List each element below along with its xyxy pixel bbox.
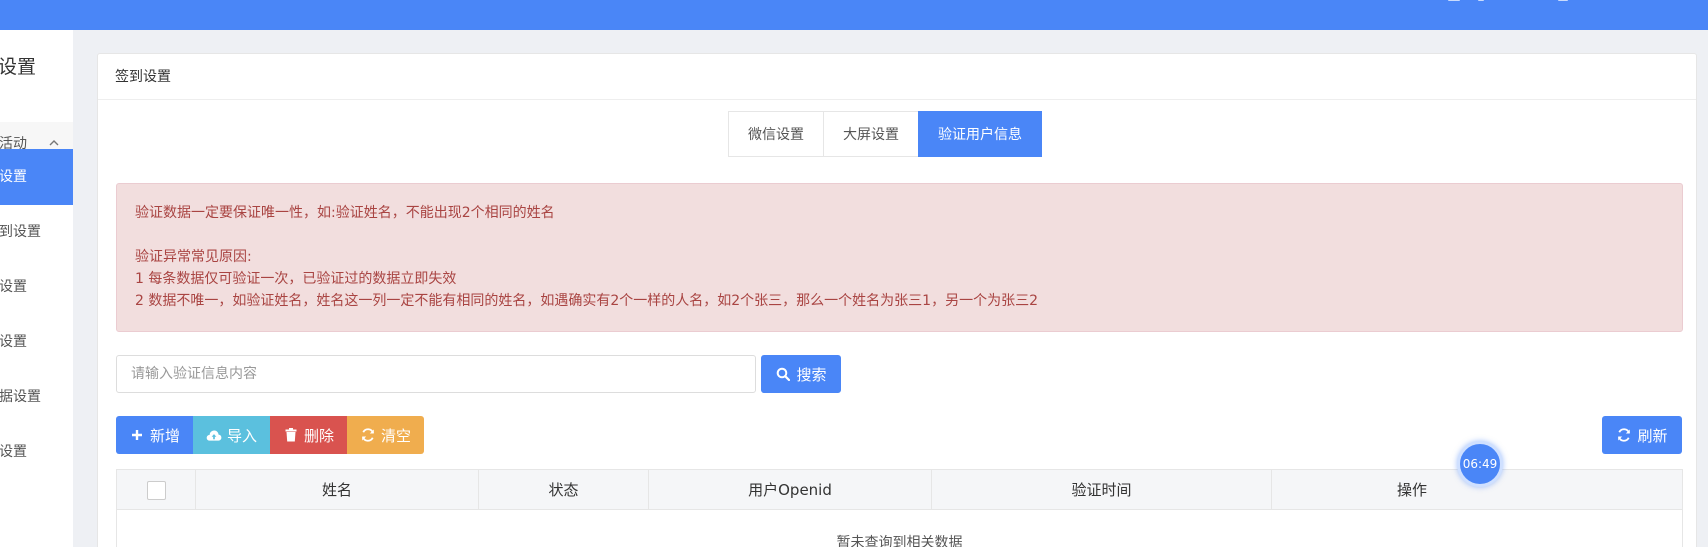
import-button[interactable]: 导入 — [193, 416, 271, 454]
sidebar-item-label: 设置 — [0, 444, 27, 460]
column-header-openid[interactable]: 用户Openid — [649, 470, 932, 510]
plus-icon — [129, 427, 145, 443]
sidebar-item-label: 到设置 — [0, 224, 41, 240]
sidebar-item-5[interactable]: 据设置 — [0, 369, 73, 425]
settings-tabs: 微信设置 大屏设置 验证用户信息 — [728, 111, 1042, 157]
sidebar-item-4[interactable]: 设置 — [0, 314, 73, 370]
clear-button[interactable]: 清空 — [347, 416, 425, 454]
refresh-icon — [360, 427, 376, 443]
sidebar-item-label: 设置 — [0, 334, 27, 350]
delete-button[interactable]: 删除 — [270, 416, 348, 454]
tab-screen-settings[interactable]: 大屏设置 — [823, 111, 919, 157]
action-toolbar: 新增 导入 删除 清空 — [116, 416, 425, 454]
sidebar-item-6[interactable]: 设置 — [0, 424, 73, 480]
alert-line: 2 数据不唯一，如验证姓名，姓名这一列一定不能有相同的姓名，如遇确实有2个一样的… — [135, 293, 1038, 309]
refresh-icon — [1616, 427, 1632, 443]
delete-button-label: 删除 — [304, 426, 335, 445]
sidebar-item-3[interactable]: 设置 — [0, 259, 73, 315]
search-input[interactable] — [116, 355, 756, 393]
clear-button-label: 清空 — [381, 426, 412, 445]
panel-title: 签到设置 — [98, 54, 1696, 100]
verify-user-table: 姓名 状态 用户Openid 验证时间 操作 暂未查询到相关数据 — [116, 469, 1683, 547]
select-all-cell — [117, 470, 196, 510]
floating-timer-badge[interactable]: 06:49 — [1457, 441, 1503, 487]
refresh-button-label: 刷新 — [1637, 426, 1668, 445]
refresh-button[interactable]: 刷新 — [1602, 416, 1682, 454]
add-button[interactable]: 新增 — [116, 416, 194, 454]
search-button-label: 搜索 — [796, 365, 827, 384]
sidebar-item-checkin-settings[interactable]: 设置 — [0, 149, 73, 205]
sidebar-item-label: 设置 — [0, 169, 27, 185]
table-header: 姓名 状态 用户Openid 验证时间 操作 — [117, 470, 1682, 510]
sidebar-item-label: 设置 — [0, 279, 27, 295]
top-navbar — [0, 0, 1708, 30]
tab-verify-user-info[interactable]: 验证用户信息 — [918, 111, 1042, 157]
tab-wechat-settings[interactable]: 微信设置 — [728, 111, 824, 157]
table-empty-message: 暂未查询到相关数据 — [836, 535, 963, 547]
alert-line: 验证数据一定要保证唯一性，如:验证姓名，不能出现2个相同的姓名 — [135, 205, 555, 221]
sidebar: 设置 活动 设置 到设置 设置 设置 据设置 设置 — [0, 30, 73, 547]
import-button-label: 导入 — [227, 426, 258, 445]
column-header-status[interactable]: 状态 — [479, 470, 649, 510]
alert-line: 验证异常常见原因: — [135, 249, 252, 265]
cloud-upload-icon — [206, 427, 222, 443]
alert-line: 1 每条数据仅可验证一次，已验证过的数据立即失效 — [135, 271, 457, 287]
select-all-checkbox[interactable] — [146, 481, 166, 500]
warning-alert: 验证数据一定要保证唯一性，如:验证姓名，不能出现2个相同的姓名 验证异常常见原因… — [116, 183, 1683, 332]
column-header-verify-time[interactable]: 验证时间 — [932, 470, 1272, 510]
sidebar-title: 设置 — [0, 56, 37, 78]
search-icon — [775, 366, 791, 382]
column-header-actions: 操作 — [1396, 481, 1427, 499]
search-button[interactable]: 搜索 — [761, 355, 841, 393]
checkin-settings-panel: 签到设置 微信设置 大屏设置 验证用户信息 验证数据一定要保证唯一性，如:验证姓… — [97, 53, 1697, 547]
add-button-label: 新增 — [150, 426, 181, 445]
sidebar-item-label: 据设置 — [0, 389, 41, 405]
topbar-user-area[interactable] — [1408, 0, 1588, 6]
column-header-name[interactable]: 姓名 — [196, 470, 479, 510]
trash-icon — [283, 427, 299, 443]
sidebar-item-2[interactable]: 到设置 — [0, 204, 73, 260]
